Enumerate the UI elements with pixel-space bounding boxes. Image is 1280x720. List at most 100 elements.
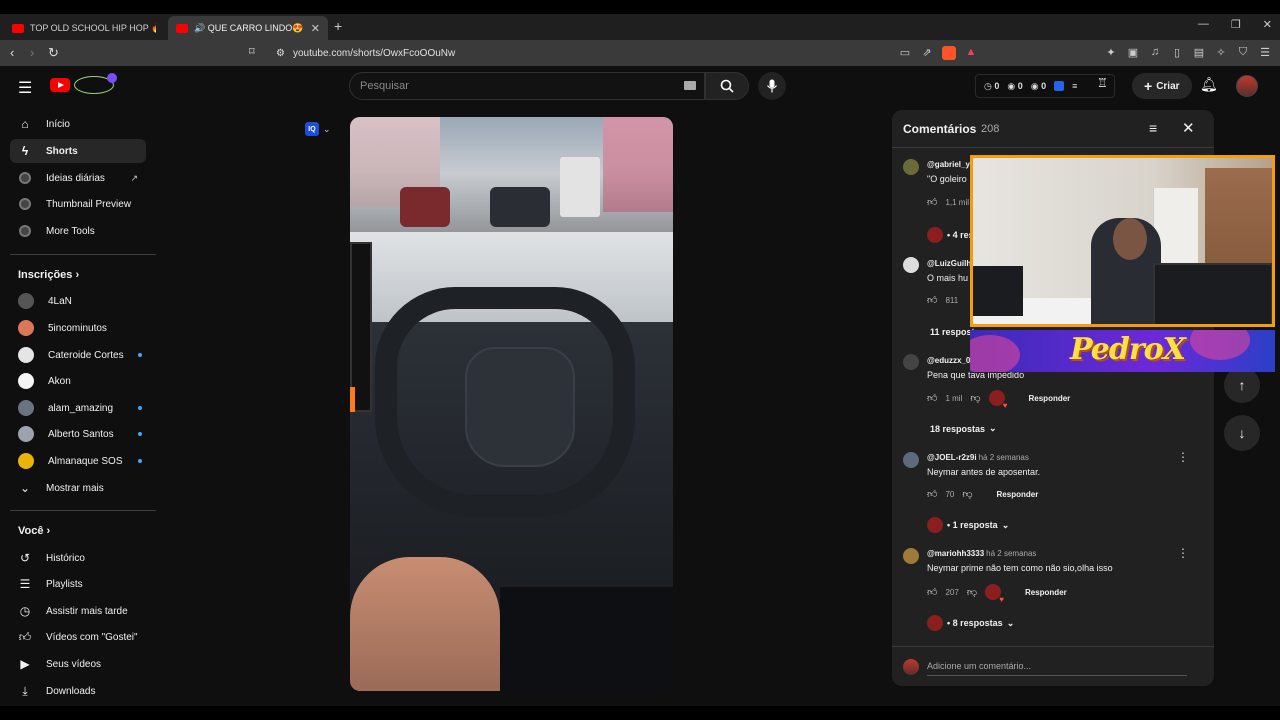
brave-shield-icon[interactable] (942, 46, 956, 63)
install-icon[interactable]: ▭ (898, 46, 912, 63)
replies-toggle[interactable]: • 4 res (927, 227, 974, 243)
reply-button[interactable]: Responder (997, 490, 1039, 499)
browser-tab-active[interactable]: 🔊 QUE CARRO LINDO😍 🌑 #c ✕ (168, 16, 328, 40)
close-icon[interactable]: ✕ (1182, 119, 1195, 137)
replies-toggle[interactable]: 18 respostas ⌄ (930, 423, 997, 434)
comment-author[interactable]: @gabriel_y (927, 160, 970, 169)
like-icon[interactable]: 👍︎ (927, 586, 937, 598)
chevron-down-icon: ⌄ (1006, 617, 1015, 628)
avatar[interactable] (903, 452, 919, 468)
keyboard-icon[interactable] (684, 81, 696, 90)
rewards-icon[interactable]: ▲ (964, 46, 978, 63)
sidebar-item-shorts[interactable]: ϟ Shorts (10, 139, 146, 163)
search-button[interactable] (705, 72, 749, 100)
restore-icon[interactable]: ❐ (1231, 18, 1241, 31)
sidebar-item-label: Seus vídeos (46, 658, 102, 670)
sidebar-item-subscription[interactable]: 5incominutos (10, 316, 146, 340)
you-heading[interactable]: Você › (18, 525, 50, 537)
youtube-logo[interactable] (50, 73, 117, 94)
site-info-icon[interactable]: ⚙ (276, 48, 285, 59)
extension-stats[interactable]: ◷ 0 ◉ 0 ◉ 0 ≡ (975, 74, 1115, 98)
menu-icon[interactable]: ☰ (1258, 46, 1272, 63)
extensions-icon[interactable]: ✦ (1104, 46, 1118, 63)
avatar[interactable] (903, 548, 919, 564)
show-more-button[interactable]: ⌄ Mostrar mais (10, 476, 146, 500)
menu-icon[interactable]: ☰ (18, 78, 32, 98)
avatar[interactable] (903, 354, 919, 370)
channel-name: Cateroide Cortes (48, 349, 124, 361)
sidebar-item-subscription[interactable]: Almanaque SOS (10, 449, 146, 473)
search-input[interactable]: Pesquisar (349, 72, 705, 100)
comments-count: 208 (981, 123, 1000, 135)
like-icon[interactable]: 👍︎ (927, 294, 937, 306)
sidebar-item-thumbnail-preview[interactable]: Thumbnail Preview (10, 192, 146, 216)
minimize-icon[interactable]: — (1198, 18, 1209, 31)
avatar[interactable] (903, 257, 919, 273)
new-tab-button[interactable]: + (334, 18, 342, 34)
browser-tab-inactive[interactable]: TOP OLD SCHOOL HIP HOP 🔥 50 C (4, 16, 164, 40)
sort-icon[interactable]: ≡ (1149, 120, 1157, 136)
downloads-icon: ⤓ (22, 683, 28, 698)
comment-author[interactable]: @JOEL-r2z9i há 2 semanas (927, 453, 1029, 462)
comment-author[interactable]: @LuizGuilh (927, 259, 971, 268)
dislike-icon[interactable]: 👎︎ (962, 488, 972, 500)
url-field[interactable]: ⚙ youtube.com/shorts/OwxFcoOOuNw (270, 43, 990, 63)
replies-toggle[interactable]: • 1 resposta ⌄ (927, 517, 1009, 533)
sidebar-item-watch-later[interactable]: ◷ Assistir mais tarde (10, 599, 146, 623)
next-short-button[interactable]: ↓ (1224, 415, 1260, 451)
sidebar-icon[interactable]: ▯ (1170, 46, 1184, 63)
sidebar-item-home[interactable]: ⌂ Início (10, 112, 146, 136)
sidebar-item-subscription[interactable]: Alberto Santos (10, 422, 146, 446)
like-icon[interactable]: 👍︎ (927, 196, 937, 208)
shorts-video-player[interactable] (350, 117, 673, 691)
dislike-icon[interactable]: 👎︎ (970, 392, 980, 404)
chevron-down-icon: ⌄ (989, 423, 997, 433)
sidebar-item-subscription[interactable]: 4LaN (10, 289, 146, 313)
more-actions-icon[interactable]: ⋮ (1177, 450, 1189, 464)
video-floor (500, 587, 673, 691)
add-comment-input[interactable]: Adicione um comentário... (927, 661, 1031, 671)
sidebar-item-daily-ideas[interactable]: Ideias diárias ↗ (10, 166, 146, 190)
avatar (18, 373, 34, 389)
close-tab-icon[interactable]: ✕ (311, 22, 320, 35)
sidebar-item-more-tools[interactable]: More Tools (10, 219, 146, 243)
reply-button[interactable]: Responder (1029, 394, 1071, 403)
notifications-icon[interactable]: 🔔︎ (1200, 76, 1218, 93)
sidebar-item-subscription[interactable]: Cateroide Cortes (10, 343, 146, 367)
sidebar-item-your-videos[interactable]: ▶ Seus vídeos (10, 652, 146, 676)
media-icon[interactable]: ♫ (1148, 46, 1162, 63)
sidebar-item-subscription[interactable]: alam_amazing (10, 396, 146, 420)
reload-icon[interactable]: ↻ (48, 45, 59, 61)
dislike-icon[interactable]: 👎︎ (967, 586, 977, 598)
comment-author[interactable]: @mariohh3333 há 2 semanas (927, 549, 1036, 558)
sidebar-item-playlists[interactable]: ☰ Playlists (10, 572, 146, 596)
back-icon[interactable]: ‹ (10, 45, 14, 60)
close-window-icon[interactable]: ✕ (1263, 18, 1272, 31)
iq-extension-badge[interactable]: IQ ⌄ (305, 122, 331, 136)
sidebar-item-liked[interactable]: 👍︎ Vídeos com "Gostei" (10, 625, 146, 649)
like-icon[interactable]: 👍︎ (927, 392, 937, 404)
voice-search-button[interactable] (758, 72, 786, 100)
vpn-icon[interactable]: ⛉ (1236, 46, 1250, 63)
bookmark-icon[interactable]: ⌑ (249, 45, 255, 58)
screenshot-icon[interactable]: ▣ (1126, 46, 1140, 63)
wallet-icon[interactable]: ▤ (1192, 46, 1206, 63)
avatar[interactable] (1236, 75, 1258, 97)
sidebar-item-subscription[interactable]: Akon (10, 369, 146, 393)
sidebar-item-downloads[interactable]: ⤓ Downloads (10, 679, 146, 703)
avatar[interactable] (903, 159, 919, 175)
forward-icon[interactable]: › (30, 45, 34, 60)
leo-icon[interactable]: ✧ (1214, 46, 1228, 63)
comment-author[interactable]: @eduzzx_0 (927, 356, 970, 365)
reply-button[interactable]: Responder (1025, 588, 1067, 597)
avatar (903, 659, 919, 675)
replies-toggle[interactable]: • 8 respostas ⌄ (927, 615, 1014, 631)
create-button[interactable]: + Criar (1132, 73, 1192, 99)
sidebar-item-history[interactable]: ↺ Histórico (10, 546, 146, 570)
like-icon[interactable]: 👍︎ (927, 488, 937, 500)
subscriptions-heading[interactable]: Inscrições › (18, 269, 79, 281)
more-actions-icon[interactable]: ⋮ (1177, 546, 1189, 560)
previous-short-button[interactable]: ↑ (1224, 367, 1260, 403)
trophy-icon[interactable]: ♖ (1097, 76, 1108, 90)
share-icon[interactable]: ⇗ (920, 46, 934, 63)
